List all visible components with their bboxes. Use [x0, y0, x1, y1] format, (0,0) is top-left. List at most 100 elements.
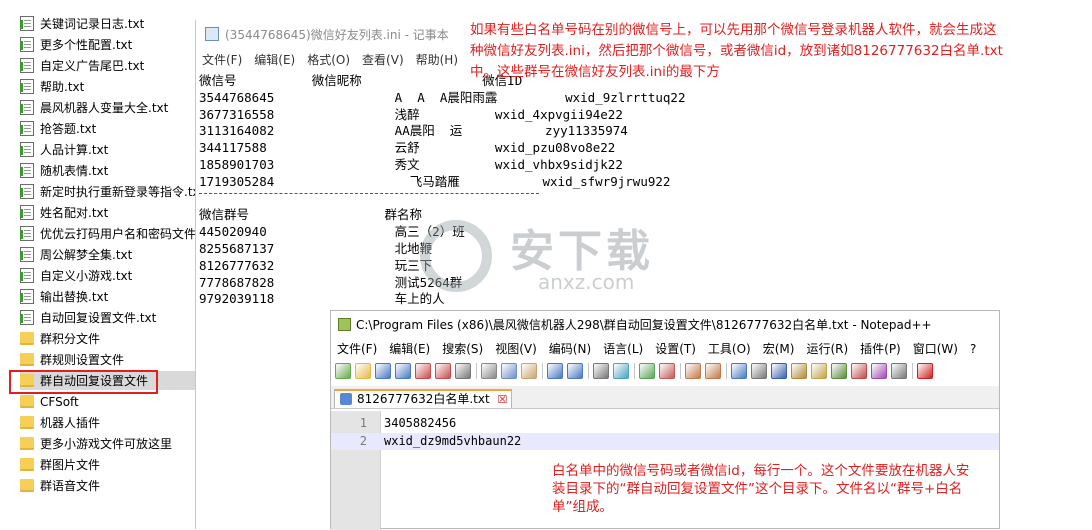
saved-file-icon	[340, 393, 352, 405]
item-label: 更多个性配置.txt	[40, 38, 133, 52]
notepadpp-menu-item[interactable]: 设置(T)	[649, 339, 702, 359]
folder-item[interactable]: CFSoft	[20, 392, 195, 411]
notepad-text-row: 1719305284 飞马踏雁 wxid_sfwr9jrwu922	[199, 173, 671, 189]
monitor-icon[interactable]	[871, 363, 887, 379]
folder-icon	[20, 332, 34, 345]
doc-map-icon[interactable]	[811, 363, 827, 379]
file-item[interactable]: 抢答题.txt	[20, 119, 195, 138]
file-item[interactable]: 新定时执行重新登录等指令.txt	[20, 182, 195, 201]
editor-line[interactable]: 2 wxid_dz9md5vhbaun22	[331, 433, 999, 450]
file-item[interactable]: 更多个性配置.txt	[20, 35, 195, 54]
new-file-icon[interactable]	[335, 363, 351, 379]
show-all-chars-icon[interactable]	[751, 363, 767, 379]
notepadpp-menu-item[interactable]: 插件(P)	[854, 339, 907, 359]
notepadpp-app-icon	[338, 317, 351, 331]
function-list-icon[interactable]	[831, 363, 847, 379]
folder-item[interactable]: 群图片文件	[20, 455, 195, 474]
item-label: 自定义广告尾巴.txt	[40, 59, 145, 73]
redo-icon[interactable]	[567, 363, 583, 379]
file-item[interactable]: 姓名配对.txt	[20, 203, 195, 222]
sync-v-icon[interactable]	[685, 363, 701, 379]
notepad-menu-item[interactable]: 格式(O)	[301, 50, 356, 70]
file-item[interactable]: 晨风机器人变量大全.txt	[20, 98, 195, 117]
notepadpp-menu-item[interactable]: 搜索(S)	[436, 339, 489, 359]
undo-icon[interactable]	[547, 363, 563, 379]
item-label: CFSoft	[40, 394, 79, 409]
notepadpp-menu-item[interactable]: 工具(O)	[702, 339, 757, 359]
notepadpp-menu-item[interactable]: ?	[964, 339, 982, 359]
paste-icon[interactable]	[521, 363, 537, 379]
file-item[interactable]: 优优云打码用户名和密码文件	[20, 224, 195, 243]
toolbar-separator	[588, 363, 589, 379]
file-item[interactable]: 随机表情.txt	[20, 161, 195, 180]
toolbar-separator	[634, 363, 635, 379]
eye-icon[interactable]	[891, 363, 907, 379]
notepad-text-row: 微信群号 群名称	[199, 207, 422, 223]
item-label: 群规则设置文件	[40, 353, 125, 367]
notepad-text-row: 3677316558 浅醉 wxid_4xpvgii94e22	[199, 106, 623, 122]
file-item[interactable]: 自定义广告尾巴.txt	[20, 56, 195, 75]
notepad-text-row: 8126777632 玩三下	[199, 257, 433, 273]
zoom-in-icon[interactable]	[639, 363, 655, 379]
line-number: 1	[359, 416, 367, 430]
file-item[interactable]: 关键词记录日志.txt	[20, 14, 195, 33]
file-item[interactable]: 周公解梦全集.txt	[20, 245, 195, 264]
close-all-icon[interactable]	[435, 363, 451, 379]
save-all-icon[interactable]	[395, 363, 411, 379]
file-item[interactable]: 人品计算.txt	[20, 140, 195, 159]
print-icon[interactable]	[455, 363, 471, 379]
notepadpp-menu-item[interactable]: 视图(V)	[489, 339, 543, 359]
indent-guide-icon[interactable]	[771, 363, 787, 379]
notepadpp-titlebar[interactable]: C:\Program Files (x86)\晨风微信机器人298\群自动回复设…	[331, 311, 999, 337]
text-file-icon	[20, 163, 34, 178]
open-file-icon[interactable]	[355, 363, 371, 379]
notepadpp-menu-item[interactable]: 文件(F)	[331, 339, 383, 359]
file-item[interactable]: 自动回复设置文件.txt	[20, 308, 195, 327]
notepadpp-menu-item[interactable]: 编辑(E)	[383, 339, 436, 359]
notepadpp-menu-item[interactable]: 运行(R)	[800, 339, 854, 359]
folder-item[interactable]: 群语音文件	[20, 476, 195, 495]
notepad-menu-item[interactable]: 帮助(H)	[410, 50, 464, 70]
tab-whitelist-file[interactable]: 8126777632白名单.txt ☒	[334, 389, 513, 408]
folder-icon	[20, 395, 34, 408]
word-wrap-icon[interactable]	[731, 363, 747, 379]
folder-item[interactable]: 机器人插件	[20, 413, 195, 432]
watermark-shield-icon	[420, 220, 492, 292]
file-item[interactable]: 帮助.txt	[20, 77, 195, 96]
toolbar-separator	[912, 363, 913, 379]
notepad-text-row: 1858901703 秀文 wxid_vhbx9sidjk22	[199, 157, 623, 172]
notepadpp-menu-item[interactable]: 宏(M)	[757, 339, 801, 359]
text-file-icon	[20, 184, 34, 199]
sync-h-icon[interactable]	[705, 363, 721, 379]
udl-icon[interactable]	[791, 363, 807, 379]
notepad-menu-item[interactable]: 文件(F)	[196, 50, 248, 70]
notepadpp-menu-item[interactable]: 语言(L)	[597, 339, 649, 359]
notepad-menu-item[interactable]: 查看(V)	[356, 50, 410, 70]
find-icon[interactable]	[593, 363, 609, 379]
record-macro-icon[interactable]	[917, 363, 933, 379]
folder-item[interactable]: 群积分文件	[20, 329, 195, 348]
replace-icon[interactable]	[613, 363, 629, 379]
file-item[interactable]: 自定义小游戏.txt	[20, 266, 195, 285]
save-icon[interactable]	[375, 363, 391, 379]
notepadpp-menu-item[interactable]: 窗口(W)	[907, 339, 964, 359]
folder-icon	[20, 353, 34, 366]
folder-item[interactable]: 群规则设置文件	[20, 350, 195, 369]
notepadpp-menu-item[interactable]: 编码(N)	[543, 339, 597, 359]
notepad-menu-item[interactable]: 编辑(E)	[248, 50, 301, 70]
folder-item[interactable]: 更多小游戏文件可放这里	[20, 434, 195, 453]
item-label: 抢答题.txt	[40, 122, 97, 136]
file-item[interactable]: 输出替换.txt	[20, 287, 195, 306]
cut-icon[interactable]	[481, 363, 497, 379]
editor-line[interactable]: 1 3405882456	[331, 415, 999, 432]
text-file-icon	[20, 16, 34, 31]
notepadpp-toolbar	[335, 361, 937, 381]
folder-workspace-icon[interactable]	[851, 363, 867, 379]
item-label: 自定义小游戏.txt	[40, 269, 133, 283]
copy-icon[interactable]	[501, 363, 517, 379]
text-file-icon	[20, 310, 34, 325]
close-icon[interactable]	[415, 363, 431, 379]
zoom-out-icon[interactable]	[659, 363, 675, 379]
line-number: 2	[359, 434, 367, 448]
tab-close-icon[interactable]: ☒	[498, 393, 508, 406]
